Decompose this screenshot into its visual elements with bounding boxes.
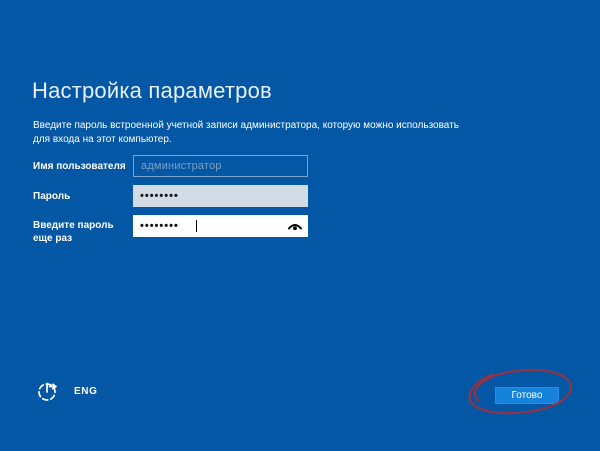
username-row: Имя пользователя	[33, 155, 333, 177]
confirm-password-label: Введите пароль еще раз	[33, 220, 114, 244]
page-description: Введите пароль встроенной учетной записи…	[33, 120, 459, 145]
reveal-password-button[interactable]	[287, 220, 303, 232]
confirm-password-input[interactable]	[133, 215, 308, 237]
ease-of-access-button[interactable]	[36, 380, 58, 402]
reveal-password-icon	[288, 223, 302, 230]
done-button[interactable]: Готово	[495, 387, 559, 404]
language-indicator[interactable]: ENG	[74, 386, 97, 397]
footer-left: ENG	[36, 380, 97, 402]
page-title: Настройка параметров	[32, 78, 272, 103]
password-row: Пароль	[33, 185, 333, 207]
password-input[interactable]	[133, 185, 308, 207]
text-cursor	[196, 220, 197, 232]
username-field-wrap	[133, 155, 308, 177]
confirm-password-row: Введите пароль еще раз	[33, 215, 333, 245]
password-field-wrap	[133, 185, 308, 207]
admin-account-form: Имя пользователя Пароль Введите пароль е…	[33, 155, 333, 253]
confirm-password-field-wrap	[133, 215, 308, 237]
username-input[interactable]	[133, 155, 308, 177]
oobe-settings-screen: Настройка параметров Введите пароль встр…	[0, 0, 600, 451]
username-label: Имя пользователя	[33, 160, 126, 172]
password-label: Пароль	[33, 190, 71, 202]
ease-of-access-icon	[38, 382, 58, 401]
